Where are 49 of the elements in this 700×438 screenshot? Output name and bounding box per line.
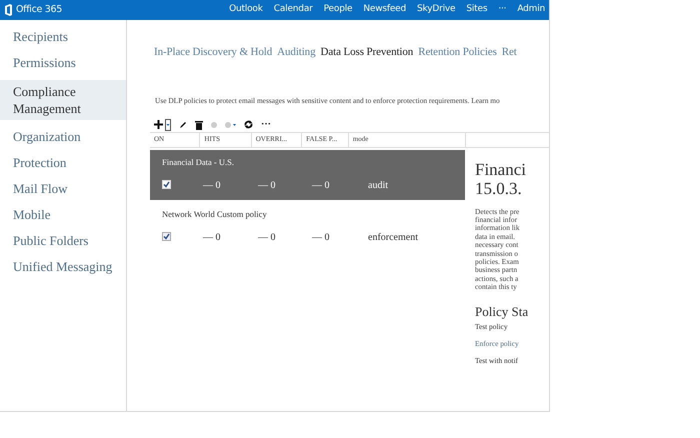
- office-logo-icon: [4, 4, 13, 16]
- checkbox[interactable]: [162, 232, 171, 242]
- sidebar-item[interactable]: Compliance Management: [0, 80, 126, 120]
- details-title: Financi: [475, 160, 527, 179]
- table-cell-text: — 0: [312, 178, 330, 193]
- tab[interactable]: Ret: [502, 44, 517, 60]
- sidebar-item[interactable]: Organization: [0, 124, 126, 150]
- table-row[interactable]: Network World Custom policy — 0 — 0 — 0 enforcement: [150, 202, 465, 252]
- checkbox[interactable]: [162, 180, 171, 190]
- policy-name: Financial Data - U.S.: [162, 156, 235, 169]
- table-cell-text: enforcement: [367, 230, 418, 245]
- sidebar-item[interactable]: Protection: [0, 150, 126, 176]
- table-row[interactable]: Financial Data - U.S. — 0 — 0 — 0 audit: [150, 150, 465, 200]
- policy-name: Network World Custom policy: [162, 208, 268, 221]
- product-name: Office 365: [16, 2, 62, 17]
- dropdown-caret-icon[interactable]: [165, 118, 171, 131]
- disabled-dot-icon: [211, 122, 217, 128]
- sidebar-item[interactable]: Permissions: [0, 50, 126, 76]
- nav-link[interactable]: Outlook: [229, 3, 263, 17]
- nav-link[interactable]: Calendar: [274, 3, 313, 17]
- sidebar-item[interactable]: Mobile: [0, 202, 126, 228]
- nav-link[interactable]: SkyDrive: [417, 3, 456, 17]
- table-cell-text: — 0: [203, 178, 222, 193]
- sidebar-item[interactable]: Public Folders: [0, 228, 126, 254]
- section-title: Policy Sta: [475, 302, 530, 321]
- disabled-dot-caret-icon: [225, 122, 236, 128]
- sidebar-item[interactable]: Mail Flow: [0, 176, 126, 202]
- refresh-icon[interactable]: [244, 120, 253, 130]
- table-cell-text: audit: [367, 178, 388, 193]
- table-cell-text: — 0: [312, 230, 330, 245]
- nav-link[interactable]: Admin: [517, 3, 545, 17]
- delete-icon[interactable]: [195, 120, 203, 130]
- sidebar-item[interactable]: Recipients: [0, 24, 126, 50]
- table-cell-text: — 0: [203, 230, 222, 245]
- more-button[interactable]: ···: [261, 117, 272, 132]
- table-cell-text: — 0: [258, 230, 276, 245]
- nav-link[interactable]: ···: [498, 3, 506, 17]
- nav-link[interactable]: Sites: [466, 3, 488, 17]
- details-title: 15.0.3.: [475, 178, 523, 198]
- tab[interactable]: Data Loss Prevention: [320, 44, 414, 60]
- tab[interactable]: Retention Policies: [418, 44, 497, 60]
- edit-icon[interactable]: [179, 120, 187, 129]
- tab[interactable]: In-Place Discovery & Hold: [154, 44, 272, 60]
- tab[interactable]: Auditing: [277, 44, 316, 60]
- nav-link[interactable]: People: [324, 3, 352, 17]
- add-icon[interactable]: [154, 120, 163, 130]
- sidebar-item[interactable]: Unified Messaging: [0, 254, 126, 280]
- nav-link[interactable]: Newsfeed: [363, 3, 406, 17]
- table-cell-text: — 0: [258, 178, 276, 193]
